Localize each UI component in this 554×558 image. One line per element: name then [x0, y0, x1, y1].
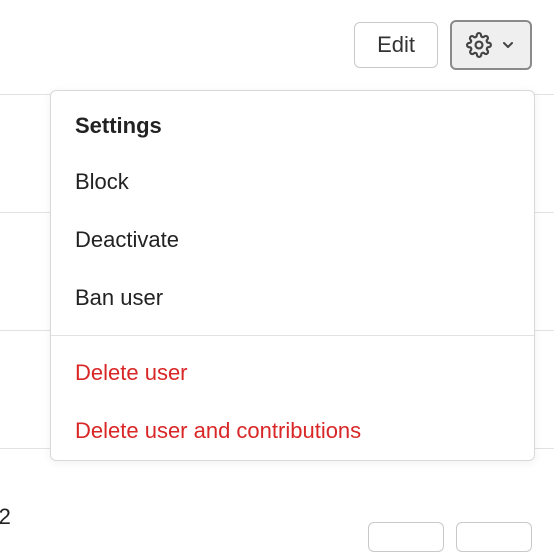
obscured-toolbar [368, 522, 532, 552]
menu-item-ban-user[interactable]: Ban user [51, 269, 534, 327]
obscured-button[interactable] [456, 522, 532, 552]
settings-dropdown-toggle[interactable] [450, 20, 532, 70]
settings-dropdown-menu: Settings Block Deactivate Ban user Delet… [50, 90, 535, 461]
gear-icon [466, 32, 492, 58]
menu-item-delete-user[interactable]: Delete user [51, 344, 534, 402]
dropdown-title: Settings [51, 91, 534, 153]
edit-button[interactable]: Edit [354, 22, 438, 68]
menu-item-block[interactable]: Block [51, 153, 534, 211]
menu-item-deactivate[interactable]: Deactivate [51, 211, 534, 269]
row-toolbar: Edit [354, 20, 532, 70]
menu-item-delete-user-and-contributions[interactable]: Delete user and contributions [51, 402, 534, 460]
dropdown-divider [51, 335, 534, 336]
chevron-down-icon [500, 37, 516, 53]
obscured-button[interactable] [368, 522, 444, 552]
row-fragment: ın, 2 [0, 504, 11, 530]
